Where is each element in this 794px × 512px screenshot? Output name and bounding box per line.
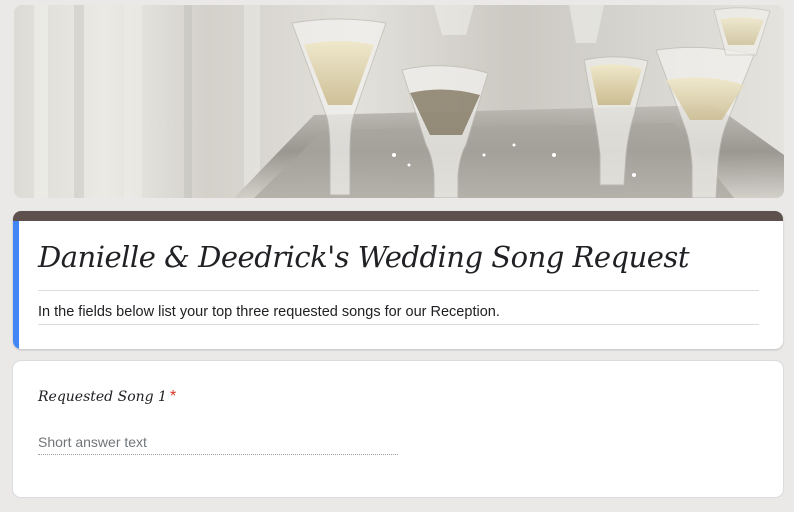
form-header-card [13, 211, 783, 349]
active-section-indicator [13, 221, 19, 349]
required-asterisk: * [169, 388, 177, 405]
short-answer-input[interactable] [38, 430, 398, 455]
question-card [13, 361, 783, 497]
form-page: Danielle & Deedrick's Wedding Song Reque… [0, 0, 794, 512]
form-title: Danielle & Deedrick's Wedding Song Reque… [38, 240, 689, 274]
question-title: Requested Song 1 [38, 389, 167, 405]
header-banner-image [14, 5, 784, 198]
question-label: Requested Song 1 * [38, 388, 176, 406]
title-divider [38, 290, 759, 291]
champagne-glasses-image [14, 5, 784, 198]
theme-color-band [13, 211, 783, 221]
description-divider [38, 324, 759, 325]
form-description: In the fields below list your top three … [38, 304, 500, 320]
